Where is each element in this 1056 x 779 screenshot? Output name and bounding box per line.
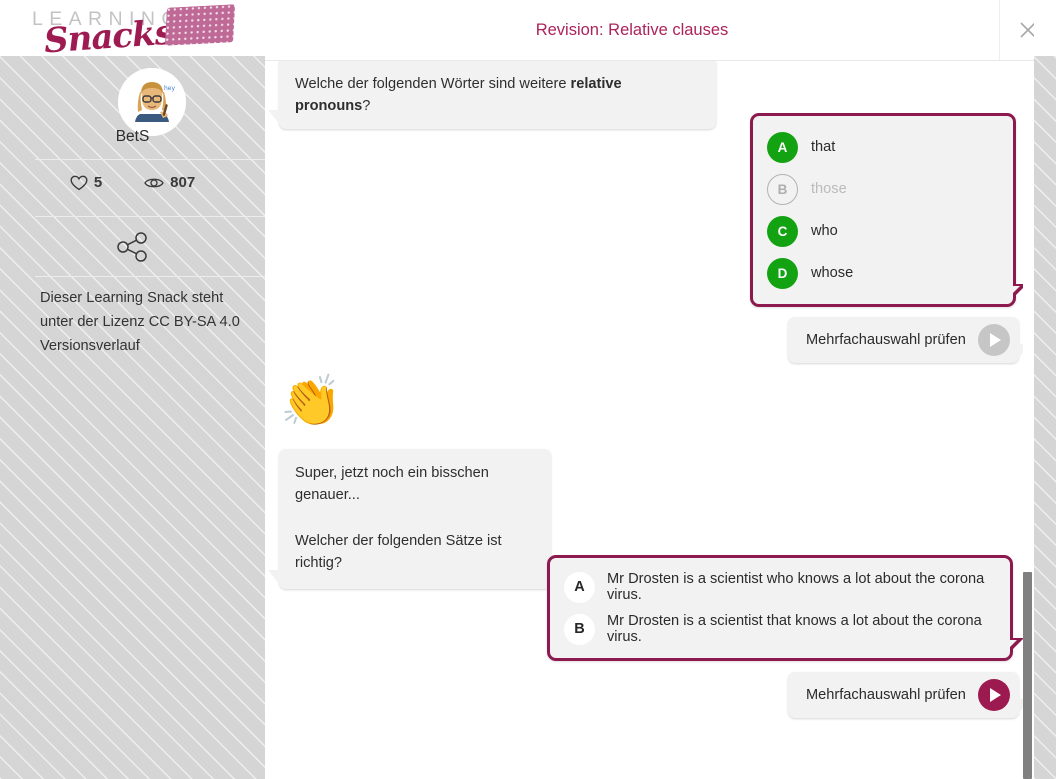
card-1-tail-inner xyxy=(1011,286,1020,295)
option-badge-c: C xyxy=(767,215,798,247)
right-gutter xyxy=(1034,56,1056,779)
share-icon xyxy=(116,232,147,262)
option-label-b: those xyxy=(811,181,847,197)
option-2-label-b: Mr Drosten is a scientist that knows a l… xyxy=(607,613,982,645)
views-stat: 807 xyxy=(144,174,195,191)
license-line-2: unter der Lizenz CC BY-SA 4.0 xyxy=(40,314,240,330)
views-count: 807 xyxy=(170,174,196,191)
brand-logo[interactable]: LEARNING Snacks xyxy=(0,0,265,61)
waffle-icon xyxy=(164,4,236,46)
check-multiselect-button-1[interactable]: Mehrfachauswahl prüfen xyxy=(788,317,1030,363)
logo-text-snacks: Snacks xyxy=(42,12,174,62)
play-icon-2 xyxy=(977,679,1010,711)
message-2-line-2: Welcher der folgenden Sätze ist richtig? xyxy=(295,533,502,571)
answer-option-d[interactable]: D whose xyxy=(753,252,1013,294)
likes-count: 5 xyxy=(93,174,103,191)
answer-2-option-b[interactable]: B Mr Drosten is a scientist that knows a… xyxy=(550,608,1010,650)
check-button-1-label: Mehrfachauswahl prüfen xyxy=(806,332,966,348)
option-badge-b: B xyxy=(767,173,798,205)
check-button-2-label: Mehrfachauswahl prüfen xyxy=(806,687,966,703)
avatar[interactable]: hey xyxy=(118,68,186,136)
option-label-c: who xyxy=(811,223,838,239)
learning-snacks-app: LEARNING Snacks hey BetS 5 807 Dieser Le… xyxy=(0,0,1056,779)
chat-panel: Welche der folgenden Wörter sind weitere… xyxy=(265,61,1031,779)
stats-row: 5 807 xyxy=(0,174,265,191)
license-text: Dieser Learning Snack steht unter der Li… xyxy=(40,286,245,358)
license-line-3[interactable]: Versionsverlauf xyxy=(40,334,245,358)
message-2-line-1: Super, jetzt noch ein bisschen genauer..… xyxy=(295,465,489,503)
option-label-d: whose xyxy=(811,265,854,281)
clap-emoji: 👏 xyxy=(280,373,343,429)
bot-message-question-1: Welche der folgenden Wörter sind weitere… xyxy=(268,61,716,129)
right-gutter-top xyxy=(1034,0,1056,56)
bot-message-question-2: Super, jetzt noch ein bisschen genauer..… xyxy=(268,449,551,589)
page-title: Revision: Relative clauses xyxy=(535,20,729,39)
share-button[interactable] xyxy=(0,232,265,262)
sidebar: LEARNING Snacks hey BetS 5 807 Dieser Le… xyxy=(0,0,265,779)
likes-stat[interactable]: 5 xyxy=(70,174,102,191)
q1-text-before: Welche der folgenden Wörter sind weitere xyxy=(295,76,571,92)
header-bar: Revision: Relative clauses xyxy=(265,0,1056,61)
license-line-1: Dieser Learning Snack steht xyxy=(40,290,224,306)
svg-text:hey: hey xyxy=(164,85,175,92)
answer-card-2: A Mr Drosten is a scientist who knows a … xyxy=(547,555,1024,661)
option-label-a: that xyxy=(811,139,836,155)
divider-bottom xyxy=(35,276,265,277)
answer-card-1: A that B those C who D whose xyxy=(750,113,1027,307)
check-multiselect-button-2[interactable]: Mehrfachauswahl prüfen xyxy=(788,672,1030,718)
option-2-badge-b: B xyxy=(564,613,595,645)
sidebar-body: hey BetS 5 807 Dieser Learning Snack ste… xyxy=(0,56,265,779)
option-badge-d: D xyxy=(767,257,798,289)
eye-icon xyxy=(144,178,164,187)
divider-middle xyxy=(35,216,265,217)
option-badge-a: A xyxy=(767,131,798,163)
divider-top xyxy=(35,159,265,160)
answer-2-option-a[interactable]: A Mr Drosten is a scientist who knows a … xyxy=(550,566,1010,608)
author-name: BetS xyxy=(115,128,150,145)
scrollbar-thumb[interactable] xyxy=(1023,572,1032,779)
card-2-tail-inner xyxy=(1008,640,1017,649)
option-2-label-a: Mr Drosten is a scientist who knows a lo… xyxy=(607,571,985,603)
avatar-illustration: hey xyxy=(118,68,186,136)
answer-option-b[interactable]: B those xyxy=(753,168,1013,210)
answer-option-a[interactable]: A that xyxy=(753,126,1013,168)
heart-icon xyxy=(70,175,88,190)
option-2-badge-a: A xyxy=(564,571,595,603)
play-icon-1 xyxy=(977,324,1010,356)
q1-text-after: ? xyxy=(362,98,371,114)
answer-option-c[interactable]: C who xyxy=(753,210,1013,252)
